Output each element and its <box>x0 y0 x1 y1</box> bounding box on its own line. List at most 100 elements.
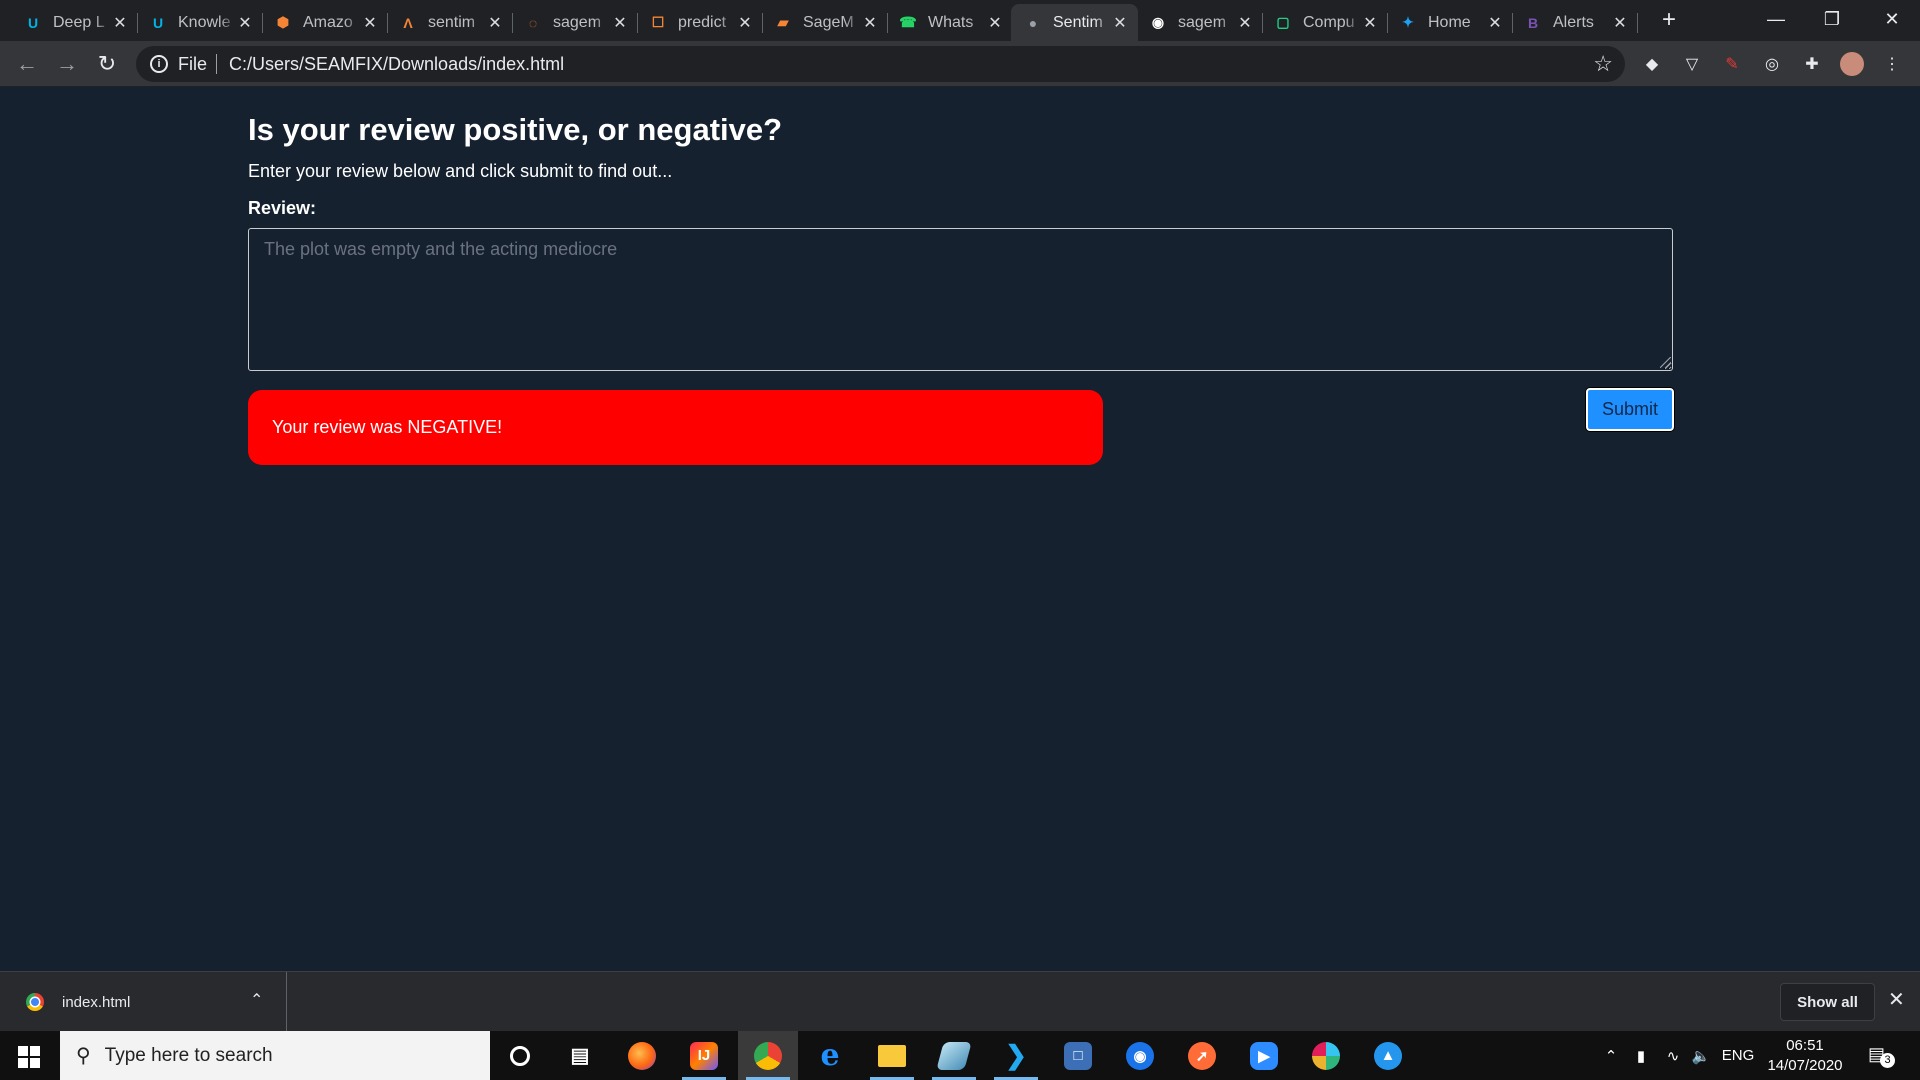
layers-extension-icon[interactable]: ◆ <box>1640 52 1664 76</box>
address-bar[interactable]: i File C:/Users/SEAMFIX/Downloads/index.… <box>136 46 1625 82</box>
browser-tab[interactable]: U Knowle ✕ <box>136 4 263 41</box>
extensions-puzzle-icon[interactable]: ✚ <box>1800 52 1824 76</box>
close-tab-icon[interactable]: ✕ <box>112 13 128 33</box>
volume-icon[interactable]: 🔈 <box>1688 1031 1714 1080</box>
close-tab-icon[interactable]: ✕ <box>612 13 628 33</box>
download-item[interactable]: index.html ⌃ <box>0 972 287 1032</box>
github-icon: ◉ <box>1151 14 1165 30</box>
browser-tab[interactable]: ⬢ Amazo ✕ <box>261 4 388 41</box>
forward-button[interactable]: → <box>52 49 82 79</box>
notion-icon: ▢ <box>1276 14 1290 30</box>
cortana-icon[interactable] <box>490 1031 550 1080</box>
notification-center-icon[interactable]: ▤ 3 <box>1868 1044 1895 1068</box>
wifi-icon[interactable]: ∿ <box>1660 1031 1686 1080</box>
tab-separator <box>1637 13 1638 33</box>
clock-time: 06:51 <box>1786 1037 1824 1054</box>
browser-tab[interactable]: B Alerts ✕ <box>1511 4 1638 41</box>
minimize-button[interactable]: — <box>1748 0 1804 41</box>
browser-tab[interactable]: ◉ sagem ✕ <box>1136 4 1263 41</box>
download-file-name: index.html <box>62 993 131 1011</box>
resize-handle[interactable] <box>1660 357 1671 368</box>
browser-tab[interactable]: ✦ Home ✕ <box>1386 4 1513 41</box>
close-tab-icon[interactable]: ✕ <box>362 13 378 33</box>
search-icon: ⚲ <box>76 1045 91 1067</box>
udacity-icon: U <box>27 14 39 31</box>
close-tab-icon[interactable]: ✕ <box>237 13 253 33</box>
close-tab-icon[interactable]: ✕ <box>1487 13 1503 33</box>
browser-tab[interactable]: ☎ Whats ✕ <box>886 4 1013 41</box>
pocket-extension-icon[interactable]: ▽ <box>1680 52 1704 76</box>
slack-icon[interactable] <box>1296 1031 1356 1080</box>
target-extension-icon[interactable]: ◎ <box>1760 52 1784 76</box>
remote-desktop-icon[interactable]: □ <box>1048 1031 1108 1080</box>
restore-button[interactable]: ❐ <box>1804 0 1860 41</box>
reload-button[interactable]: ↻ <box>92 49 122 79</box>
file-explorer-icon[interactable] <box>862 1031 922 1080</box>
browser-tab[interactable]: ▰ SageM ✕ <box>761 4 888 41</box>
picker-extension-icon[interactable]: ✎ <box>1720 52 1744 76</box>
chevron-up-icon[interactable]: ⌃ <box>250 990 263 1010</box>
firefox-icon[interactable] <box>612 1031 672 1080</box>
aws-icon: ⬢ <box>276 14 290 30</box>
taskbar-clock[interactable]: 06:51 14/07/2020 <box>1760 1036 1850 1076</box>
profile-avatar[interactable] <box>1840 52 1864 76</box>
close-download-bar-icon[interactable]: ✕ <box>1888 987 1905 1012</box>
page-instructions: Enter your review below and click submit… <box>248 161 673 181</box>
close-tab-icon[interactable]: ✕ <box>1362 13 1378 33</box>
docker-icon[interactable]: ▲ <box>1358 1031 1418 1080</box>
windows-start-icon[interactable] <box>18 1046 40 1068</box>
sagemaker-icon: ▰ <box>777 14 789 30</box>
close-tab-icon[interactable]: ✕ <box>737 13 753 33</box>
back-button[interactable]: ← <box>12 49 42 79</box>
task-view-icon[interactable]: ▤ <box>550 1031 610 1080</box>
close-tab-icon[interactable]: ✕ <box>862 13 878 33</box>
language-indicator[interactable]: ENG <box>1720 1031 1756 1080</box>
close-tab-icon[interactable]: ✕ <box>1112 13 1128 33</box>
zoom-icon[interactable]: ▶ <box>1234 1031 1294 1080</box>
close-tab-icon[interactable]: ✕ <box>1237 13 1253 33</box>
show-all-button[interactable]: Show all <box>1780 983 1875 1021</box>
browser-tab[interactable]: ☐ predict ✕ <box>636 4 763 41</box>
vscode-icon[interactable]: ❯ <box>986 1031 1046 1080</box>
review-label: Review: <box>248 198 317 218</box>
browser-tab[interactable]: ▢ Compu ✕ <box>1261 4 1388 41</box>
jupyter-icon: ◌ <box>528 14 538 31</box>
browser-tab[interactable]: U Deep L ✕ <box>11 4 138 41</box>
battery-icon[interactable]: ▮ <box>1628 1031 1654 1080</box>
browser-tab[interactable]: Λsentim ✕ <box>386 4 513 41</box>
maps-icon[interactable]: ◉ <box>1110 1031 1170 1080</box>
tab-title: Amazo <box>303 13 353 31</box>
show-hidden-icons-chevron-icon[interactable]: ⌃ <box>1600 1031 1622 1080</box>
tab-title: Alerts <box>1553 13 1594 31</box>
bookmark-star-icon[interactable]: ☆ <box>1593 51 1613 77</box>
tab-title: Home <box>1428 13 1471 31</box>
close-tab-icon[interactable]: ✕ <box>487 13 503 33</box>
chrome-file-icon <box>26 993 44 1011</box>
taskbar-search-placeholder: Type here to search <box>104 1044 273 1066</box>
intellij-icon[interactable]: IJ <box>674 1031 734 1080</box>
page-title: Is your review positive, or negative? <box>248 112 783 147</box>
chrome-taskbar-icon[interactable] <box>738 1031 798 1080</box>
submit-button[interactable]: Submit <box>1586 388 1674 431</box>
browser-tab[interactable]: ◌ sagem ✕ <box>511 4 638 41</box>
close-window-button[interactable]: ✕ <box>1864 0 1920 41</box>
new-tab-button[interactable]: + <box>1655 6 1683 34</box>
review-textarea[interactable] <box>248 228 1673 371</box>
tab-title: sagem <box>553 13 602 31</box>
notes-app-icon[interactable] <box>924 1031 984 1080</box>
tab-strip: + — ❐ ✕ U Deep L ✕ U Knowle ✕ ⬢ Amazo ✕ Λsentim ✕ ◌… <box>0 0 1920 41</box>
tab-title: Whats <box>928 13 974 31</box>
tab-title: SageM <box>803 13 854 31</box>
browser-tab[interactable]: ● Sentim ✕ <box>1011 4 1138 41</box>
browser-menu-icon[interactable]: ⋮ <box>1880 52 1904 76</box>
download-bar: index.html ⌃ Show all ✕ <box>0 971 1920 1032</box>
taskbar-search-box[interactable]: ⚲ Type here to search <box>60 1031 490 1080</box>
edge-icon[interactable]: e <box>800 1031 860 1080</box>
postman-icon[interactable]: ➚ <box>1172 1031 1232 1080</box>
info-icon[interactable]: i <box>150 55 168 73</box>
address-url[interactable]: C:/Users/SEAMFIX/Downloads/index.html <box>229 54 564 75</box>
tab-title: Knowle <box>178 13 231 31</box>
close-tab-icon[interactable]: ✕ <box>1612 13 1628 33</box>
close-tab-icon[interactable]: ✕ <box>987 13 1003 33</box>
whatsapp-icon: ☎ <box>899 14 917 30</box>
